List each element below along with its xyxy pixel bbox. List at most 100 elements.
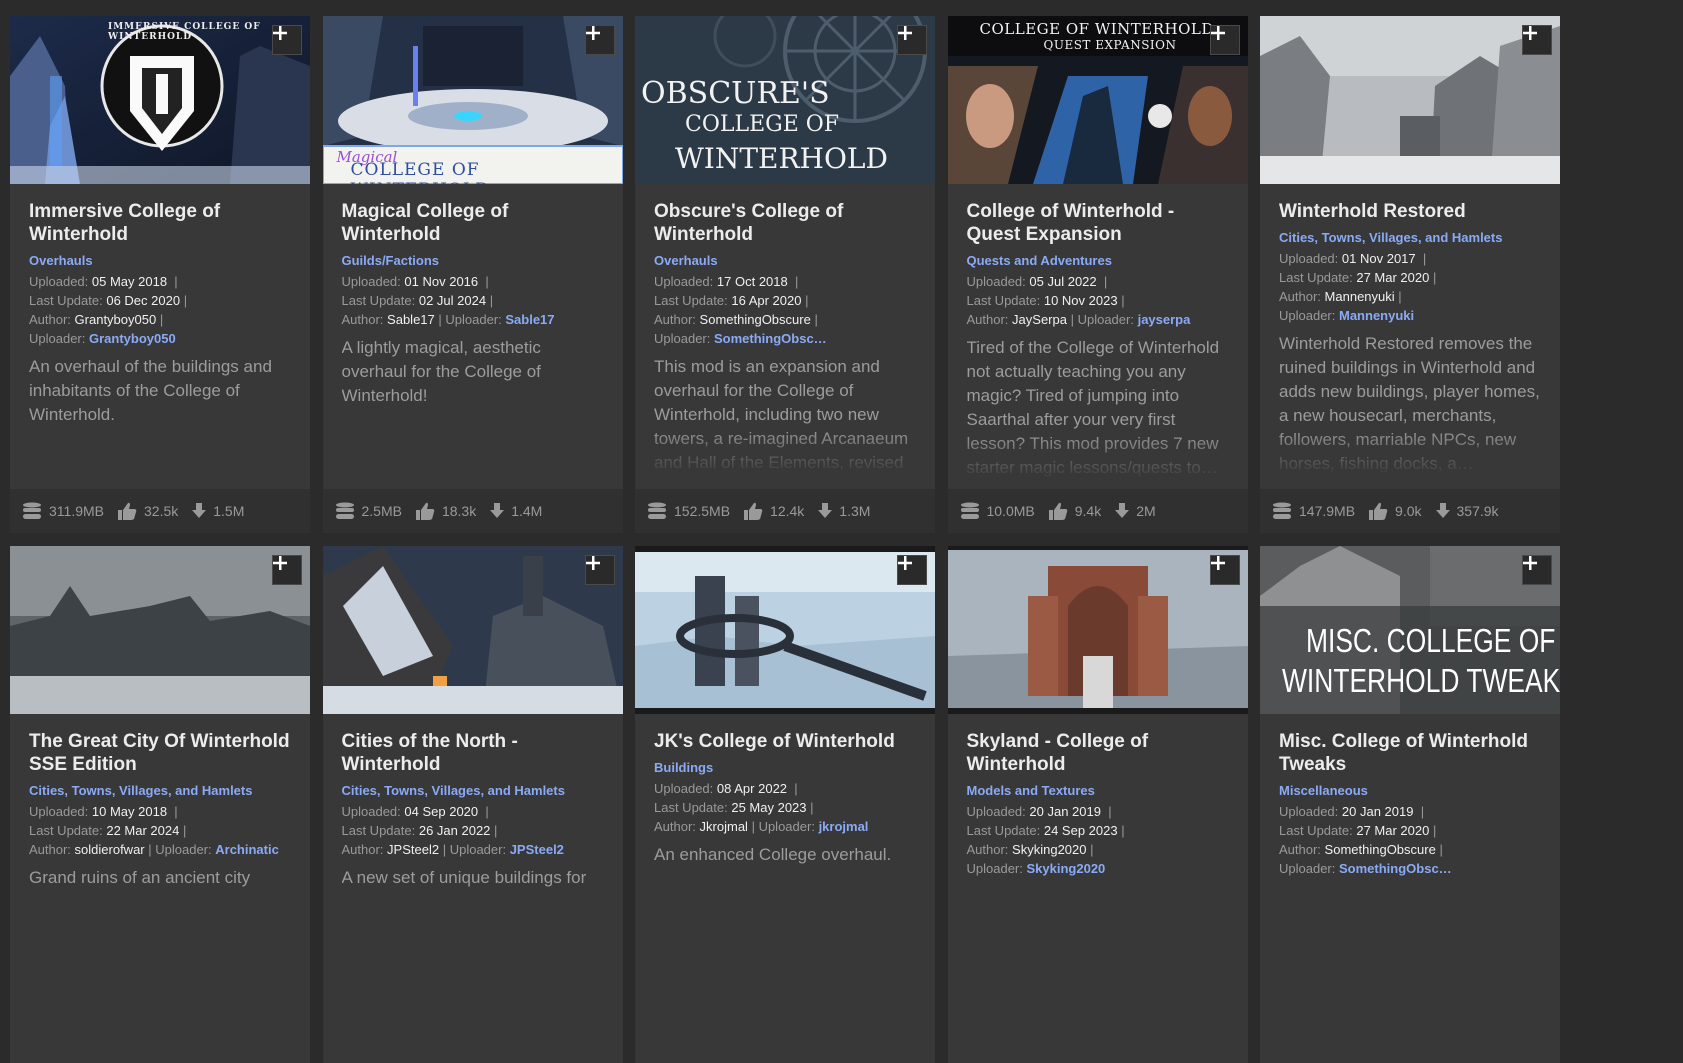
mod-card[interactable]: COLLEGE OF WINTERHOLD QUEST EXPANSION Co… [947,16,1248,533]
file-size-icon [23,502,41,519]
author-name: Sable17 [387,312,435,327]
mod-card[interactable]: Winterhold Restored Cities, Towns, Villa… [1260,16,1560,533]
download-icon [818,503,833,518]
uploader-label: Uploader: [155,842,212,857]
mod-title[interactable]: JK's College of Winterhold [654,730,916,753]
last-update-date: 16 Apr 2020 [731,293,802,308]
download-icon [1115,503,1130,518]
add-button[interactable] [897,555,927,585]
mod-category[interactable]: Overhauls [654,253,718,268]
last-update-label: Last Update: [966,823,1041,838]
file-size-icon [1273,502,1291,519]
add-button[interactable] [897,25,927,55]
author-label: Author: [1279,842,1321,857]
uploaded-date: 05 Jul 2022 [1029,274,1097,289]
last-update-label: Last Update: [654,293,728,308]
mod-category[interactable]: Miscellaneous [1279,783,1368,798]
author-name: Jkrojmal [699,819,748,834]
author-label: Author: [29,842,71,857]
add-button[interactable] [1209,555,1240,585]
add-button[interactable] [584,555,615,585]
last-update-label: Last Update: [654,800,728,815]
mod-category[interactable]: Models and Textures [967,783,1095,798]
mod-thumbnail[interactable]: IMMERSIVE COLLEGE OF WINTERHOLD [10,16,310,184]
file-size: 2.5MB [361,503,402,519]
mod-title[interactable]: Obscure's College of Winterhold [654,200,916,246]
endorsements: 9.0k [1395,503,1422,519]
mod-card[interactable]: Cities of the North - Winterhold Cities,… [322,546,623,1063]
mod-stats: 311.9MB 32.5k 1.5M [10,489,310,533]
uploader-label: Uploader: [29,331,86,346]
uploaded-date: 01 Nov 2016 [404,274,479,289]
add-button[interactable] [1522,555,1552,585]
mod-title[interactable]: Immersive College of Winterhold [29,200,291,246]
mod-card[interactable]: OBSCURE'S COLLEGE OF WINTERHOLD Obscure'… [635,16,935,533]
plus-icon [898,26,912,40]
add-button[interactable] [272,555,302,585]
uploader-link[interactable]: Mannenyuki [1339,308,1414,323]
last-update-label: Last Update: [341,293,416,308]
add-button[interactable] [272,25,302,55]
mod-description: Winterhold Restored removes the ruined b… [1279,332,1541,476]
mod-thumbnail[interactable] [322,546,623,714]
author-name: Mannenyuki [1324,289,1395,304]
uploader-link[interactable]: Archinatic [215,842,279,857]
uploader-link[interactable]: jkrojmal [819,819,869,834]
add-button[interactable] [1522,25,1552,55]
last-update-date: 27 Mar 2020 [1356,823,1430,838]
mod-category[interactable]: Buildings [654,760,713,775]
mod-title[interactable]: Cities of the North - Winterhold [342,730,604,776]
mod-thumbnail[interactable]: Magical COLLEGE OF WINTERHOLD [322,16,623,184]
mod-category[interactable]: Cities, Towns, Villages, and Hamlets [29,783,252,798]
mod-title[interactable]: College of Winterhold - Quest Expansion [967,200,1229,246]
uploader-link[interactable]: JPSteel2 [510,842,564,857]
plus-icon [1210,26,1225,40]
mod-thumbnail[interactable] [947,546,1248,714]
mod-title[interactable]: The Great City Of Winterhold SSE Edition [29,730,291,776]
uploader-link[interactable]: SomethingObsc… [1339,861,1452,876]
uploader-link[interactable]: jayserpa [1138,312,1191,327]
uploader-label: Uploader: [758,819,815,834]
mod-title[interactable]: Winterhold Restored [1279,200,1541,223]
mod-category[interactable]: Quests and Adventures [967,253,1112,268]
file-size: 152.5MB [674,503,731,519]
uploader-link[interactable]: Sable17 [505,312,554,327]
mod-category[interactable]: Cities, Towns, Villages, and Hamlets [1279,230,1502,245]
mod-card[interactable]: MISC. COLLEGE OF WINTERHOLD TWEAKS Misc.… [1260,546,1560,1063]
mod-title[interactable]: Magical College of Winterhold [342,200,604,246]
uploader-link[interactable]: SomethingObsc… [714,331,827,346]
add-button[interactable] [1209,25,1240,55]
mod-card[interactable]: Magical COLLEGE OF WINTERHOLD Magical Co… [322,16,623,533]
mod-card[interactable]: The Great City Of Winterhold SSE Edition… [10,546,310,1063]
mod-card[interactable]: JK's College of Winterhold Buildings Upl… [635,546,935,1063]
uploaded-label: Uploaded: [966,274,1026,289]
mod-card[interactable]: IMMERSIVE COLLEGE OF WINTERHOLD Immersiv… [10,16,310,533]
uploader-link[interactable]: Grantyboy050 [89,331,176,346]
mod-meta: Uploaded: 17 Oct 2018 | Last Update: 16 … [654,274,827,346]
uploader-link[interactable]: Skyking2020 [1027,861,1106,876]
mod-thumbnail[interactable] [1260,16,1560,184]
author-label: Author: [341,842,384,857]
mod-category[interactable]: Overhauls [29,253,93,268]
last-update-date: 26 Jan 2022 [418,823,491,838]
last-update-label: Last Update: [29,823,103,838]
last-update-date: 25 May 2023 [731,800,807,815]
mod-title[interactable]: Misc. College of Winterhold Tweaks [1279,730,1541,776]
mod-category[interactable]: Guilds/Factions [342,253,440,268]
mod-card[interactable]: Skyland - College of Winterhold Models a… [947,546,1248,1063]
mod-thumbnail[interactable] [635,546,935,714]
mod-thumbnail[interactable] [10,546,310,714]
thumbnail-image [322,546,623,714]
uploader-label: Uploader: [1077,312,1134,327]
mod-thumbnail[interactable]: OBSCURE'S COLLEGE OF WINTERHOLD [635,16,935,184]
mod-thumbnail[interactable]: MISC. COLLEGE OF WINTERHOLD TWEAKS [1260,546,1560,714]
mod-title[interactable]: Skyland - College of Winterhold [967,730,1229,776]
uploader-label: Uploader: [654,331,711,346]
mod-meta: Uploaded: 04 Sep 2020 | Last Update: 26 … [341,804,564,857]
mod-category[interactable]: Cities, Towns, Villages, and Hamlets [342,783,565,798]
mod-thumbnail[interactable]: COLLEGE OF WINTERHOLD QUEST EXPANSION [947,16,1248,184]
endorse-icon [744,502,763,520]
mod-description: This mod is an expansion and overhaul fo… [654,355,916,475]
mod-stats: 147.9MB 9.0k 357.9k [1260,489,1560,533]
add-button[interactable] [584,25,615,55]
